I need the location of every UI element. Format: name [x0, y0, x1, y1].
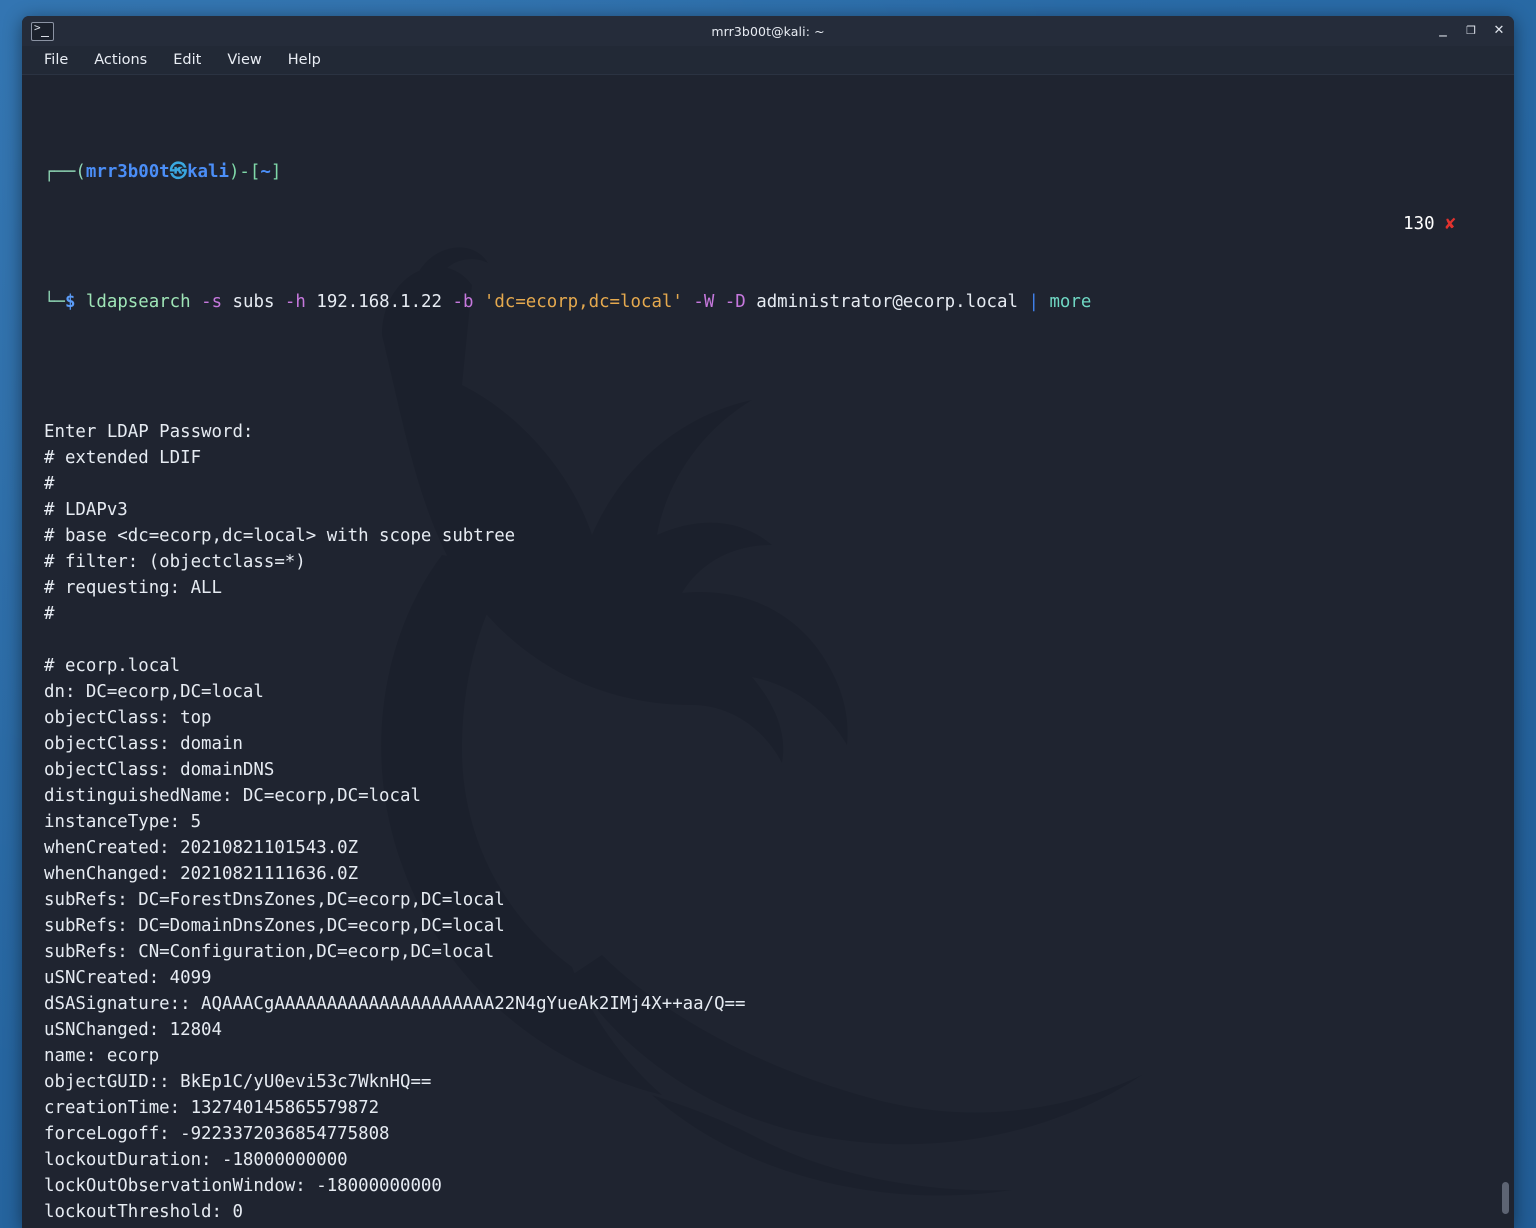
- command-binddn: administrator@ecorp.local: [756, 292, 1018, 312]
- output-line: lockOutObservationWindow: -18000000000: [44, 1176, 442, 1196]
- close-button[interactable]: ✕: [1492, 24, 1506, 38]
- output-line: creationTime: 132740145865579872: [44, 1098, 380, 1118]
- output-line: whenChanged: 20210821111636.0Z: [44, 864, 359, 884]
- scrollbar-thumb[interactable]: [1502, 1182, 1509, 1214]
- menu-item-file[interactable]: File: [44, 52, 68, 68]
- command-basedn: 'dc=ecorp,dc=local': [483, 292, 683, 312]
- command-flag-b: -b: [452, 292, 474, 312]
- command-pipe: |: [1028, 292, 1039, 312]
- command-scope: subs: [232, 292, 275, 312]
- minimize-icon: _: [1439, 19, 1447, 37]
- output-line: # base <dc=ecorp,dc=local> with scope su…: [44, 526, 516, 546]
- exit-code: 130: [1403, 214, 1435, 234]
- prompt-line-top: ┌──(mrr3b00t㉿kali)-[~]: [44, 159, 1514, 185]
- output-line: distinguishedName: DC=ecorp,DC=local: [44, 786, 421, 806]
- command-flag-w: -W: [693, 292, 715, 312]
- prompt-path: ~: [260, 162, 271, 182]
- menu-item-actions[interactable]: Actions: [94, 52, 147, 68]
- output-line: dSASignature:: AQAAACgAAAAAAAAAAAAAAAAAA…: [44, 994, 746, 1014]
- output-line: # ecorp.local: [44, 656, 181, 676]
- prompt-sep-2: ]: [270, 162, 282, 182]
- output-line: forceLogoff: -9223372036854775808: [44, 1124, 390, 1144]
- output-line: name: ecorp: [44, 1046, 160, 1066]
- minimize-button[interactable]: _: [1436, 19, 1450, 38]
- output-line: uSNChanged: 12804: [44, 1020, 222, 1040]
- command-host: 192.168.1.22: [316, 292, 442, 312]
- maximize-icon: ❐: [1466, 24, 1476, 37]
- output-line: objectGUID:: BkEp1C/yU0evi53c7WknHQ==: [44, 1072, 432, 1092]
- exit-status-row: 130 ✘: [1403, 211, 1466, 237]
- output-line: #: [44, 474, 55, 494]
- menu-item-edit[interactable]: Edit: [173, 52, 201, 68]
- prompt-frame-top: ┌──(: [44, 162, 86, 182]
- prompt-hostname: kali: [187, 162, 229, 182]
- maximize-button[interactable]: ❐: [1464, 24, 1478, 38]
- terminal-text: ┌──(mrr3b00t㉿kali)-[~] └─$ ldapsearch -s…: [22, 75, 1514, 1228]
- command-output: Enter LDAP Password: # extended LDIF # # LD…: [44, 419, 1514, 1228]
- menu-item-view[interactable]: View: [227, 52, 261, 68]
- prompt-sep-1: )-[: [228, 162, 261, 182]
- output-line: dn: DC=ecorp,DC=local: [44, 682, 264, 702]
- fail-icon: ✘: [1445, 214, 1456, 234]
- title-bar[interactable]: mrr3b00t@kali: ~ _ ❐ ✕: [22, 16, 1514, 46]
- exit-status: 130 ✘: [1403, 81, 1466, 289]
- close-icon: ✕: [1493, 23, 1505, 38]
- output-line: # LDAPv3: [44, 500, 128, 520]
- command-flag-h: -h: [284, 292, 306, 312]
- output-line: objectClass: domainDNS: [44, 760, 275, 780]
- output-line: # filter: (objectclass=*): [44, 552, 306, 572]
- kali-logo-icon: ㉿: [169, 162, 188, 182]
- command-name: ldapsearch: [85, 292, 191, 312]
- terminal-icon: [31, 21, 54, 41]
- output-line: whenCreated: 20210821101543.0Z: [44, 838, 359, 858]
- terminal-canvas[interactable]: ┌──(mrr3b00t㉿kali)-[~] └─$ ldapsearch -s…: [22, 75, 1514, 1228]
- output-line: subRefs: DC=ForestDnsZones,DC=ecorp,DC=l…: [44, 890, 505, 910]
- menu-item-help[interactable]: Help: [288, 52, 321, 68]
- output-line: subRefs: CN=Configuration,DC=ecorp,DC=lo…: [44, 942, 495, 962]
- prompt-frame-bottom: └─: [44, 292, 65, 312]
- prompt-username: mrr3b00t: [85, 162, 170, 182]
- output-line: #: [44, 604, 55, 624]
- command-pager: more: [1049, 292, 1092, 312]
- scrollbar[interactable]: [1500, 75, 1510, 1228]
- output-line: lockoutDuration: -18000000000: [44, 1150, 348, 1170]
- output-line: instanceType: 5: [44, 812, 202, 832]
- output-line: lockoutThreshold: 0: [44, 1202, 243, 1222]
- window-title: mrr3b00t@kali: ~: [711, 23, 825, 39]
- output-line: objectClass: top: [44, 708, 212, 728]
- terminal-window: mrr3b00t@kali: ~ _ ❐ ✕ File Actions Edit…: [22, 16, 1514, 1228]
- output-line: objectClass: domain: [44, 734, 243, 754]
- command-flag-s: -s: [201, 292, 223, 312]
- output-line: subRefs: DC=DomainDnsZones,DC=ecorp,DC=l…: [44, 916, 505, 936]
- output-line: # requesting: ALL: [44, 578, 222, 598]
- command-line: └─$ ldapsearch -s subs -h 192.168.1.22 -…: [44, 289, 1514, 315]
- command-flag-d: -D: [724, 292, 746, 312]
- output-line: # extended LDIF: [44, 448, 202, 468]
- menu-bar: File Actions Edit View Help: [22, 46, 1514, 75]
- prompt-dollar: $: [64, 292, 76, 312]
- window-controls: _ ❐ ✕: [1436, 16, 1506, 46]
- output-line: Enter LDAP Password:: [44, 422, 254, 442]
- output-line: uSNCreated: 4099: [44, 968, 212, 988]
